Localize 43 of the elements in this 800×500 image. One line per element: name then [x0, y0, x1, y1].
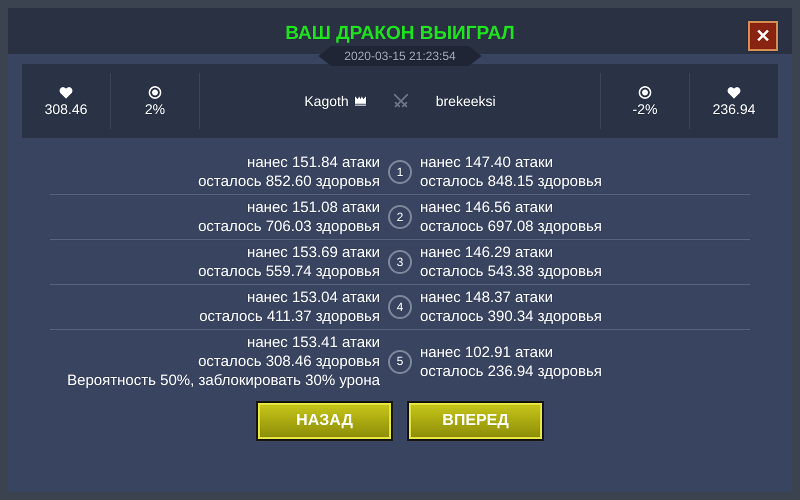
round-stat: осталось 308.46 здоровья	[197, 352, 380, 371]
round-stat: осталось 559.74 здоровья	[197, 262, 380, 281]
round-stat: осталось 852.60 здоровья	[197, 172, 380, 191]
health-value: 308.46	[44, 100, 88, 116]
round-stat: нанес 148.37 атаки	[420, 288, 554, 307]
round-stat: нанес 146.56 атаки	[420, 198, 554, 217]
health-value: 236.94	[712, 100, 756, 116]
round-stat: осталось 411.37 здоровья	[198, 307, 380, 326]
round-number: 1	[388, 160, 412, 184]
nav-button[interactable]: ВПЕРЕД	[407, 401, 544, 441]
round-number: 2	[388, 205, 412, 229]
round-stat: нанес 151.84 атаки	[246, 153, 380, 172]
player-name: brekeeksi	[436, 93, 496, 109]
nav-button[interactable]: НАЗАД	[256, 401, 393, 441]
crown-icon	[354, 96, 366, 106]
round-stat: нанес 153.69 атаки	[246, 243, 380, 262]
player-name: Kagoth	[304, 93, 349, 109]
round-stat: осталось 236.94 здоровья	[420, 362, 603, 380]
round-stat: нанес 153.41 атаки	[246, 333, 380, 352]
round-stat: нанес 153.04 атаки	[246, 288, 380, 307]
round-number: 3	[388, 250, 412, 274]
round-stat: осталось 390.34 здоровья	[420, 307, 603, 326]
round-stat: осталось 543.38 здоровья	[420, 262, 603, 281]
crossed-swords-icon	[392, 92, 410, 110]
chance-value: 2%	[144, 100, 166, 116]
round-stat: нанес 102.91 атаки	[420, 342, 554, 362]
round-stat: Вероятность 50%, заблокировать 30% урона	[66, 371, 380, 390]
round-stat: осталось 848.15 здоровья	[420, 172, 603, 191]
round-stat: нанес 151.08 атаки	[246, 198, 380, 217]
dialog-title: ВАШ ДРАКОН ВЫИГРАЛ	[285, 22, 515, 45]
heart-icon	[727, 86, 741, 98]
round-number: 5	[388, 350, 412, 374]
round-stat: нанес 147.40 атаки	[420, 153, 554, 172]
round-stat: осталось 697.08 здоровья	[420, 217, 603, 236]
target-icon	[638, 86, 652, 98]
date-badge: 2020-03-15 21:23:54	[318, 46, 482, 66]
round-stat: осталось 706.03 здоровья	[197, 217, 380, 236]
target-icon	[148, 86, 162, 98]
heart-icon	[59, 86, 73, 98]
round-number: 4	[388, 295, 412, 319]
chance-value: -2%	[632, 100, 658, 116]
close-button[interactable]: ✕	[748, 21, 778, 51]
round-stat: нанес 146.29 атаки	[420, 243, 554, 262]
